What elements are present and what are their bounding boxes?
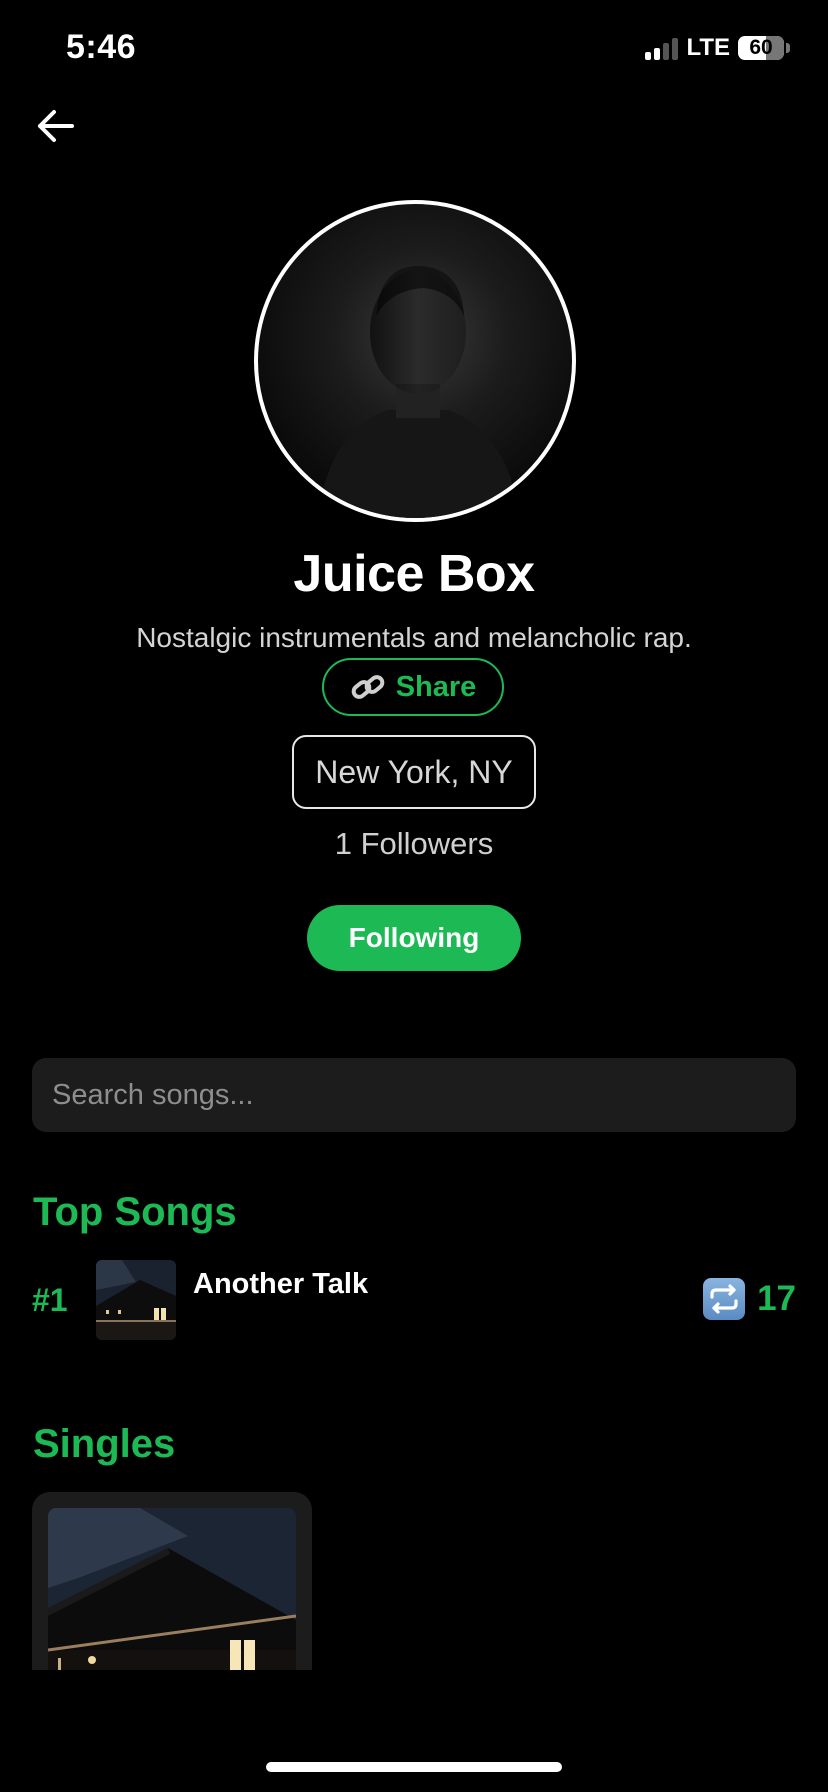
battery-icon: 60 [738,36,784,60]
repost-stats: 17 [703,1278,796,1320]
home-indicator[interactable] [266,1762,562,1772]
status-time: 5:46 [66,28,137,66]
repost-count: 17 [757,1279,796,1318]
avatar [254,200,576,522]
single-card[interactable] [32,1492,312,1670]
singles-heading: Singles [33,1422,176,1466]
song-title: Another Talk [193,1268,369,1300]
profile-bio: Nostalgic instrumentals and melancholic … [136,622,692,653]
followers-count: 1 Followers [334,826,494,861]
status-bar: 5:46 LTE 60 [0,0,828,100]
share-button[interactable]: Share [322,658,504,716]
search-input[interactable] [32,1058,796,1132]
repeat-icon [703,1278,746,1320]
link-icon [350,669,386,705]
profile-name: Juice Box [293,545,535,603]
back-button[interactable] [34,104,78,148]
song-row[interactable]: #1 Another Talk 17 [32,1260,796,1342]
network-type: LTE [686,34,730,61]
share-label: Share [395,670,477,703]
single-artwork [48,1508,296,1670]
status-indicators: LTE 60 [645,34,790,62]
following-button[interactable]: Following [307,905,521,971]
location-badge: New York, NY [292,735,536,809]
song-rank: #1 [32,1282,68,1318]
top-songs-heading: Top Songs [33,1190,237,1234]
battery-level: 60 [749,36,773,59]
arrow-left-icon [38,110,74,142]
song-artwork [96,1260,176,1340]
signal-icon [645,36,679,60]
